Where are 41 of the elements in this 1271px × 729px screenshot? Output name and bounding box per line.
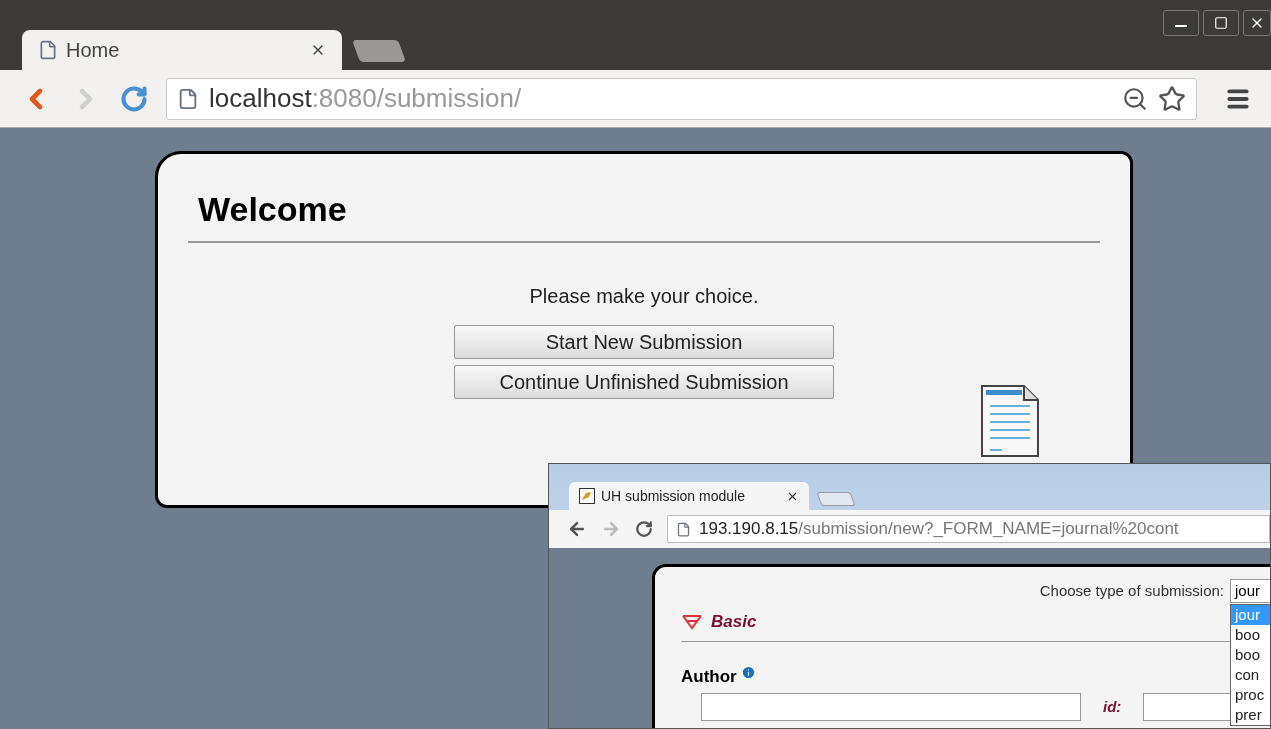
document-icon [980,384,1040,458]
field-label: Author [681,665,737,688]
page-icon [177,87,199,110]
submission-button[interactable]: Continue Unfinished Submission [454,365,834,399]
maximize-button[interactable] [1203,10,1239,36]
submission-button[interactable]: Start New Submission [454,325,834,359]
address-bar[interactable]: localhost:8080/submission/ [166,77,1197,120]
browser-tab[interactable]: Home [22,30,342,70]
address-bar[interactable]: 193.190.8.15/submission/new?_FORM_NAME=journal%20cont [667,515,1270,543]
prompt-text: Please make your choice. [528,284,760,309]
id-label: id: [1103,696,1122,717]
zoom-icon[interactable] [1122,85,1148,112]
dropdown-option[interactable]: boo [1231,625,1270,645]
maximize-icon [1214,16,1228,30]
info-icon[interactable] [740,664,756,680]
favicon-icon [579,488,595,504]
browser-tab[interactable]: UH submission module [569,482,809,510]
dropdown-option[interactable]: proc [1231,685,1270,705]
tab-title: Home [66,38,121,63]
tab-title: UH submission module [601,486,746,506]
dropdown-option[interactable]: prer [1231,705,1270,725]
section-title: Basic [711,611,757,633]
reload-icon[interactable] [120,84,148,113]
url-text: 193.190.8.15/submission/new?_FORM_NAME=journal%20cont [699,518,1179,541]
dropdown-option[interactable]: con [1231,665,1270,685]
page-heading: Welcome [188,184,1100,243]
back-icon[interactable] [567,519,587,539]
page-icon [676,521,691,537]
collapse-icon [681,613,703,630]
minimize-button[interactable] [1163,10,1199,36]
author-input[interactable] [701,693,1081,721]
star-icon[interactable] [1158,84,1186,113]
close-window-button[interactable] [1243,10,1271,36]
dropdown-option[interactable]: boo [1231,645,1270,665]
url-text: localhost:8080/submission/ [209,82,523,115]
type-label: Choose type of submission: [1039,580,1224,601]
minimize-icon [1175,25,1187,27]
type-select[interactable]: jour [1230,579,1270,603]
new-tab-button[interactable] [352,40,406,62]
page-icon [38,40,58,60]
reload-icon[interactable] [635,520,653,538]
